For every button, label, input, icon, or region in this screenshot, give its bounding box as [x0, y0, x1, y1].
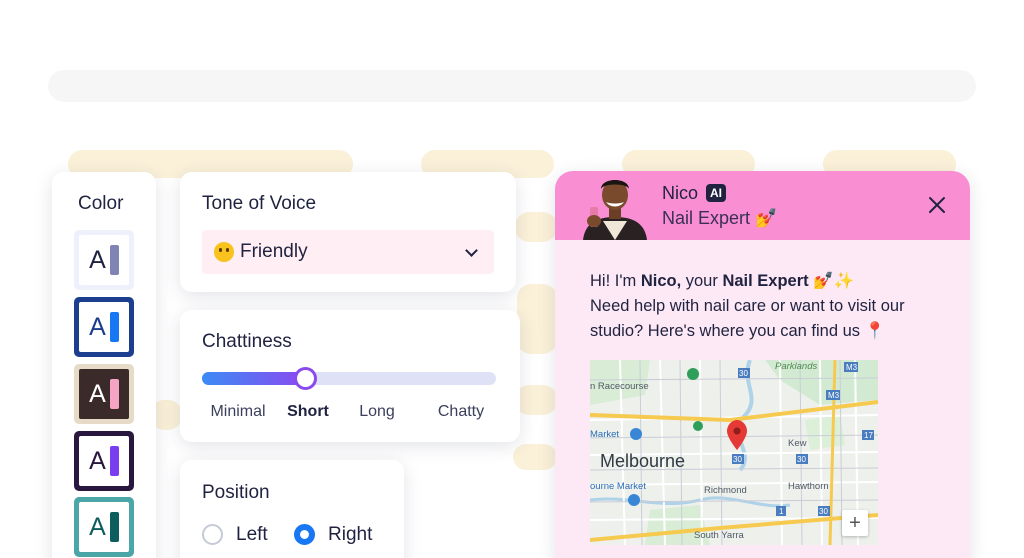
map[interactable]: M3 M3 17 30 30 30 1 30 Parklands n Racec… [590, 360, 878, 545]
tone-title: Tone of Voice [202, 193, 317, 214]
message-suffix: 💅✨ [808, 272, 855, 290]
message-name: Nico, [640, 272, 682, 290]
route-marker: 17 [864, 431, 873, 440]
position-panel: Position Left Right [180, 460, 404, 558]
zoom-in-label: + [849, 511, 861, 534]
message-line2: Need help with nail care or want to visi… [590, 297, 905, 340]
chattiness-option[interactable]: Long [359, 403, 395, 421]
route-marker: 30 [739, 369, 748, 378]
chattiness-slider[interactable] [202, 367, 496, 390]
map-label: Hawthorn [788, 481, 829, 492]
background-blob [515, 212, 557, 242]
position-title: Position [202, 482, 270, 503]
slider-thumb[interactable] [293, 367, 317, 390]
color-swatch[interactable]: A [74, 364, 134, 424]
message-role: Nail Expert [722, 272, 809, 290]
route-marker: 30 [797, 455, 806, 464]
assistant-role: Nail Expert 💅 [662, 208, 778, 228]
map-label: Richmond [704, 485, 747, 496]
message-mid: your [681, 272, 723, 290]
map-label: Market [590, 429, 619, 440]
radio-label-right[interactable]: Right [328, 524, 372, 546]
map-city-label: Melbourne [600, 451, 685, 471]
background-bar [48, 70, 976, 102]
color-swatch[interactable]: A [74, 497, 134, 557]
route-marker: M3 [846, 363, 858, 372]
shopping-cart-icon [628, 494, 640, 506]
poi-icon [687, 368, 699, 380]
radio-right[interactable] [294, 524, 315, 545]
map-label: Kew [788, 438, 807, 449]
assistant-name: Nico [662, 183, 699, 203]
swatch-letter: A [89, 312, 106, 341]
ai-badge: AI [706, 184, 726, 202]
chattiness-title: Chattiness [202, 331, 292, 352]
radio-left[interactable] [202, 524, 223, 545]
tone-of-voice-panel: Tone of Voice Friendly [180, 172, 516, 292]
swatch-letter: A [89, 379, 106, 408]
swatch-letter: A [89, 512, 106, 541]
tone-selected-value: Friendly [240, 241, 308, 262]
background-blob [517, 284, 557, 354]
color-panel: Color A A A A A [52, 172, 156, 558]
swatch-bar [109, 379, 119, 409]
chat-message: Hi! I'm Nico, your Nail Expert 💅✨ Need h… [590, 269, 940, 344]
swatch-letter: A [89, 446, 106, 475]
route-marker: 30 [819, 507, 828, 516]
chat-header: Nico AI Nail Expert 💅 [555, 171, 970, 240]
smiling-face-icon [214, 242, 234, 262]
map-label: Parklands [775, 361, 817, 372]
chevron-down-icon [465, 244, 478, 257]
map-zoom-in-button[interactable]: + [842, 510, 868, 536]
chattiness-option[interactable]: Chatty [438, 403, 484, 421]
map-label: n Racecourse [590, 381, 649, 392]
chattiness-panel: Chattiness Minimal Short Long Chatty [180, 310, 520, 442]
swatch-letter: A [89, 245, 106, 274]
color-swatch[interactable]: A [74, 297, 134, 357]
color-swatch[interactable]: A [74, 431, 134, 491]
message-prefix: Hi! I'm [590, 272, 641, 290]
swatch-bar [109, 312, 119, 342]
color-swatch[interactable]: A [74, 230, 134, 290]
chat-widget: Nico AI Nail Expert 💅 Hi! I'm Nico, your… [555, 171, 970, 558]
route-marker: M3 [828, 391, 840, 400]
background-blob [515, 385, 557, 415]
tone-select[interactable]: Friendly [202, 230, 494, 274]
background-blob [513, 444, 557, 470]
route-marker: 30 [733, 455, 742, 464]
chattiness-option[interactable]: Minimal [210, 403, 265, 421]
avatar [579, 171, 651, 240]
shopping-cart-icon [630, 428, 642, 440]
map-label: South Yarra [694, 530, 745, 541]
color-panel-title: Color [78, 193, 124, 214]
swatch-bar [109, 512, 119, 542]
route-marker: 1 [779, 507, 784, 516]
swatch-bar [109, 245, 119, 275]
radio-label-left[interactable]: Left [236, 524, 268, 546]
poi-icon [693, 421, 703, 431]
map-label: ourne Market [590, 481, 646, 492]
swatch-bar [109, 446, 119, 476]
chattiness-option[interactable]: Short [287, 403, 329, 421]
slider-fill [202, 372, 305, 385]
close-icon[interactable] [925, 193, 949, 217]
